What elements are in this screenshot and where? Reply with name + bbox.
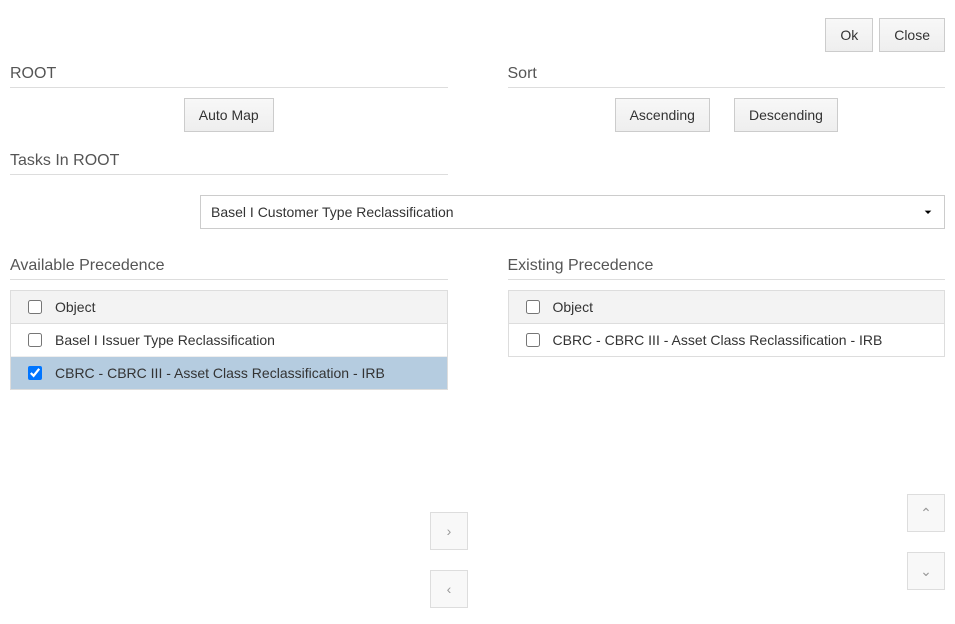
close-button[interactable]: Close [879,18,945,52]
ascending-button[interactable]: Ascending [615,98,710,132]
tasks-in-root-label: Tasks In ROOT [10,152,448,175]
auto-map-button[interactable]: Auto Map [184,98,274,132]
chevron-down-icon: ⌄ [920,563,932,580]
root-label: ROOT [10,65,448,88]
existing-object-header: Object [549,297,937,317]
available-row[interactable]: CBRC - CBRC III - Asset Class Reclassifi… [11,357,447,389]
descending-button[interactable]: Descending [734,98,838,132]
move-right-button[interactable]: › [430,512,468,550]
available-select-all-checkbox[interactable] [28,300,42,314]
existing-table: Object CBRC - CBRC III - Asset Class Rec… [508,290,946,357]
existing-select-all-checkbox[interactable] [526,300,540,314]
available-precedence-label: Available Precedence [10,257,448,280]
chevron-right-icon: › [447,523,452,539]
existing-row-checkbox[interactable] [526,333,540,347]
existing-precedence-label: Existing Precedence [508,257,946,280]
move-left-button[interactable]: ‹ [430,570,468,608]
sort-label: Sort [508,65,946,88]
available-table: Object Basel I Issuer Type Reclassificat… [10,290,448,390]
available-row-label: Basel I Issuer Type Reclassification [51,330,439,350]
tasks-select[interactable]: Basel I Customer Type Reclassification [200,195,945,229]
available-table-header: Object [11,291,447,324]
move-down-button[interactable]: ⌄ [907,552,945,590]
existing-row-label: CBRC - CBRC III - Asset Class Reclassifi… [549,330,937,350]
ok-button[interactable]: Ok [825,18,873,52]
available-row-label: CBRC - CBRC III - Asset Class Reclassifi… [51,363,439,383]
chevron-up-icon: ⌃ [920,505,932,522]
existing-table-header: Object [509,291,945,324]
available-object-header: Object [51,297,439,317]
available-row-checkbox[interactable] [28,333,42,347]
existing-row[interactable]: CBRC - CBRC III - Asset Class Reclassifi… [509,324,945,356]
available-row[interactable]: Basel I Issuer Type Reclassification [11,324,447,357]
chevron-left-icon: ‹ [447,581,452,597]
move-up-button[interactable]: ⌃ [907,494,945,532]
available-row-checkbox[interactable] [28,366,42,380]
